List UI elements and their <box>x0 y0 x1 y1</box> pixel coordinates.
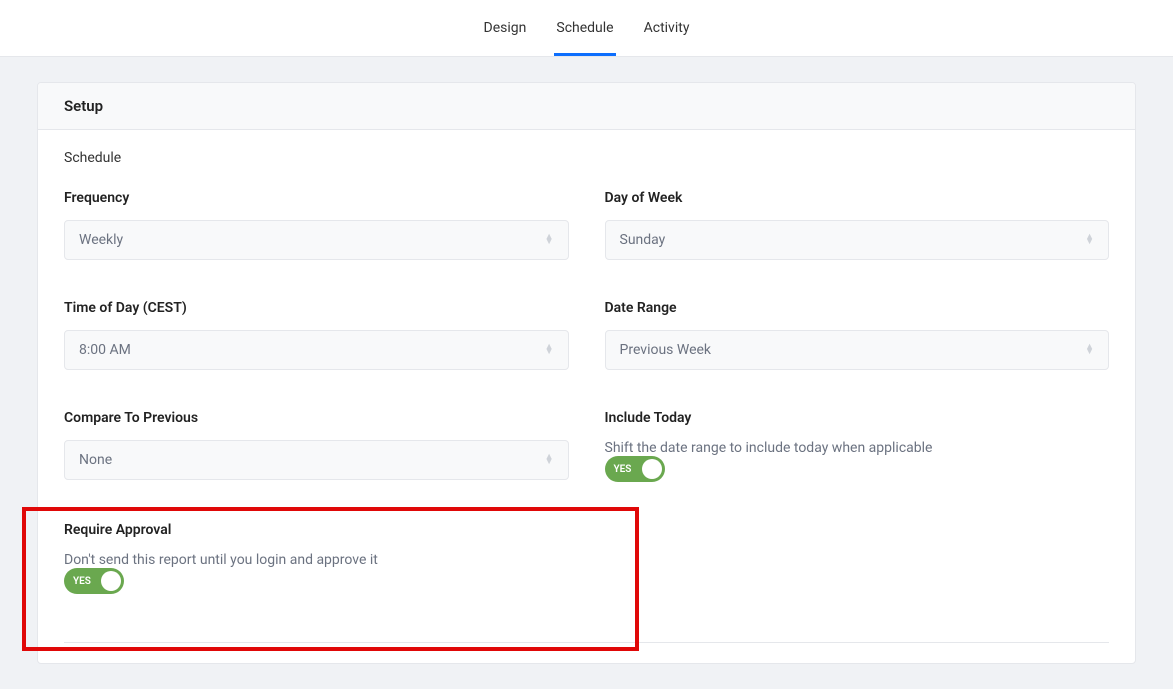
dayofweek-select[interactable]: Sunday ▲▼ <box>605 220 1110 260</box>
requireapproval-group: Require Approval Don't send this report … <box>64 522 569 594</box>
requireapproval-helper: Don't send this report until you login a… <box>64 552 378 568</box>
toggle-text: YES <box>73 576 91 587</box>
toggle-knob-icon <box>642 459 662 479</box>
dayofweek-value: Sunday <box>620 232 666 248</box>
card-title: Setup <box>38 83 1135 130</box>
tabs-bar: Design Schedule Activity <box>0 0 1173 57</box>
daterange-label: Date Range <box>605 300 1110 316</box>
compare-group: Compare To Previous None ▲▼ <box>64 410 569 482</box>
tab-design[interactable]: Design <box>484 0 527 56</box>
includetoday-toggle[interactable]: YES <box>605 456 665 482</box>
compare-label: Compare To Previous <box>64 410 569 426</box>
daterange-group: Date Range Previous Week ▲▼ <box>605 300 1110 370</box>
frequency-select[interactable]: Weekly ▲▼ <box>64 220 569 260</box>
setup-card: Setup Schedule Frequency Weekly ▲▼ Day o <box>37 82 1136 664</box>
chevron-updown-icon: ▲▼ <box>545 455 554 465</box>
daterange-select[interactable]: Previous Week ▲▼ <box>605 330 1110 370</box>
timeofday-select[interactable]: 8:00 AM ▲▼ <box>64 330 569 370</box>
compare-value: None <box>79 452 112 468</box>
requireapproval-label: Require Approval <box>64 522 378 538</box>
dayofweek-label: Day of Week <box>605 190 1110 206</box>
chevron-updown-icon: ▲▼ <box>545 235 554 245</box>
includetoday-group: Include Today Shift the date range to in… <box>605 410 1110 482</box>
frequency-value: Weekly <box>79 232 123 248</box>
dayofweek-group: Day of Week Sunday ▲▼ <box>605 190 1110 260</box>
tab-activity[interactable]: Activity <box>644 0 690 56</box>
frequency-group: Frequency Weekly ▲▼ <box>64 190 569 260</box>
chevron-updown-icon: ▲▼ <box>1085 345 1094 355</box>
tab-schedule[interactable]: Schedule <box>556 0 613 56</box>
frequency-label: Frequency <box>64 190 569 206</box>
chevron-updown-icon: ▲▼ <box>545 345 554 355</box>
timeofday-group: Time of Day (CEST) 8:00 AM ▲▼ <box>64 300 569 370</box>
timeofday-label: Time of Day (CEST) <box>64 300 569 316</box>
includetoday-helper: Shift the date range to include today wh… <box>605 440 933 456</box>
divider <box>64 642 1109 643</box>
toggle-text: YES <box>614 464 632 475</box>
requireapproval-toggle[interactable]: YES <box>64 568 124 594</box>
section-heading: Schedule <box>64 150 1109 166</box>
chevron-updown-icon: ▲▼ <box>1085 235 1094 245</box>
compare-select[interactable]: None ▲▼ <box>64 440 569 480</box>
toggle-knob-icon <box>101 571 121 591</box>
includetoday-label: Include Today <box>605 410 933 426</box>
timeofday-value: 8:00 AM <box>79 342 131 358</box>
daterange-value: Previous Week <box>620 342 712 358</box>
